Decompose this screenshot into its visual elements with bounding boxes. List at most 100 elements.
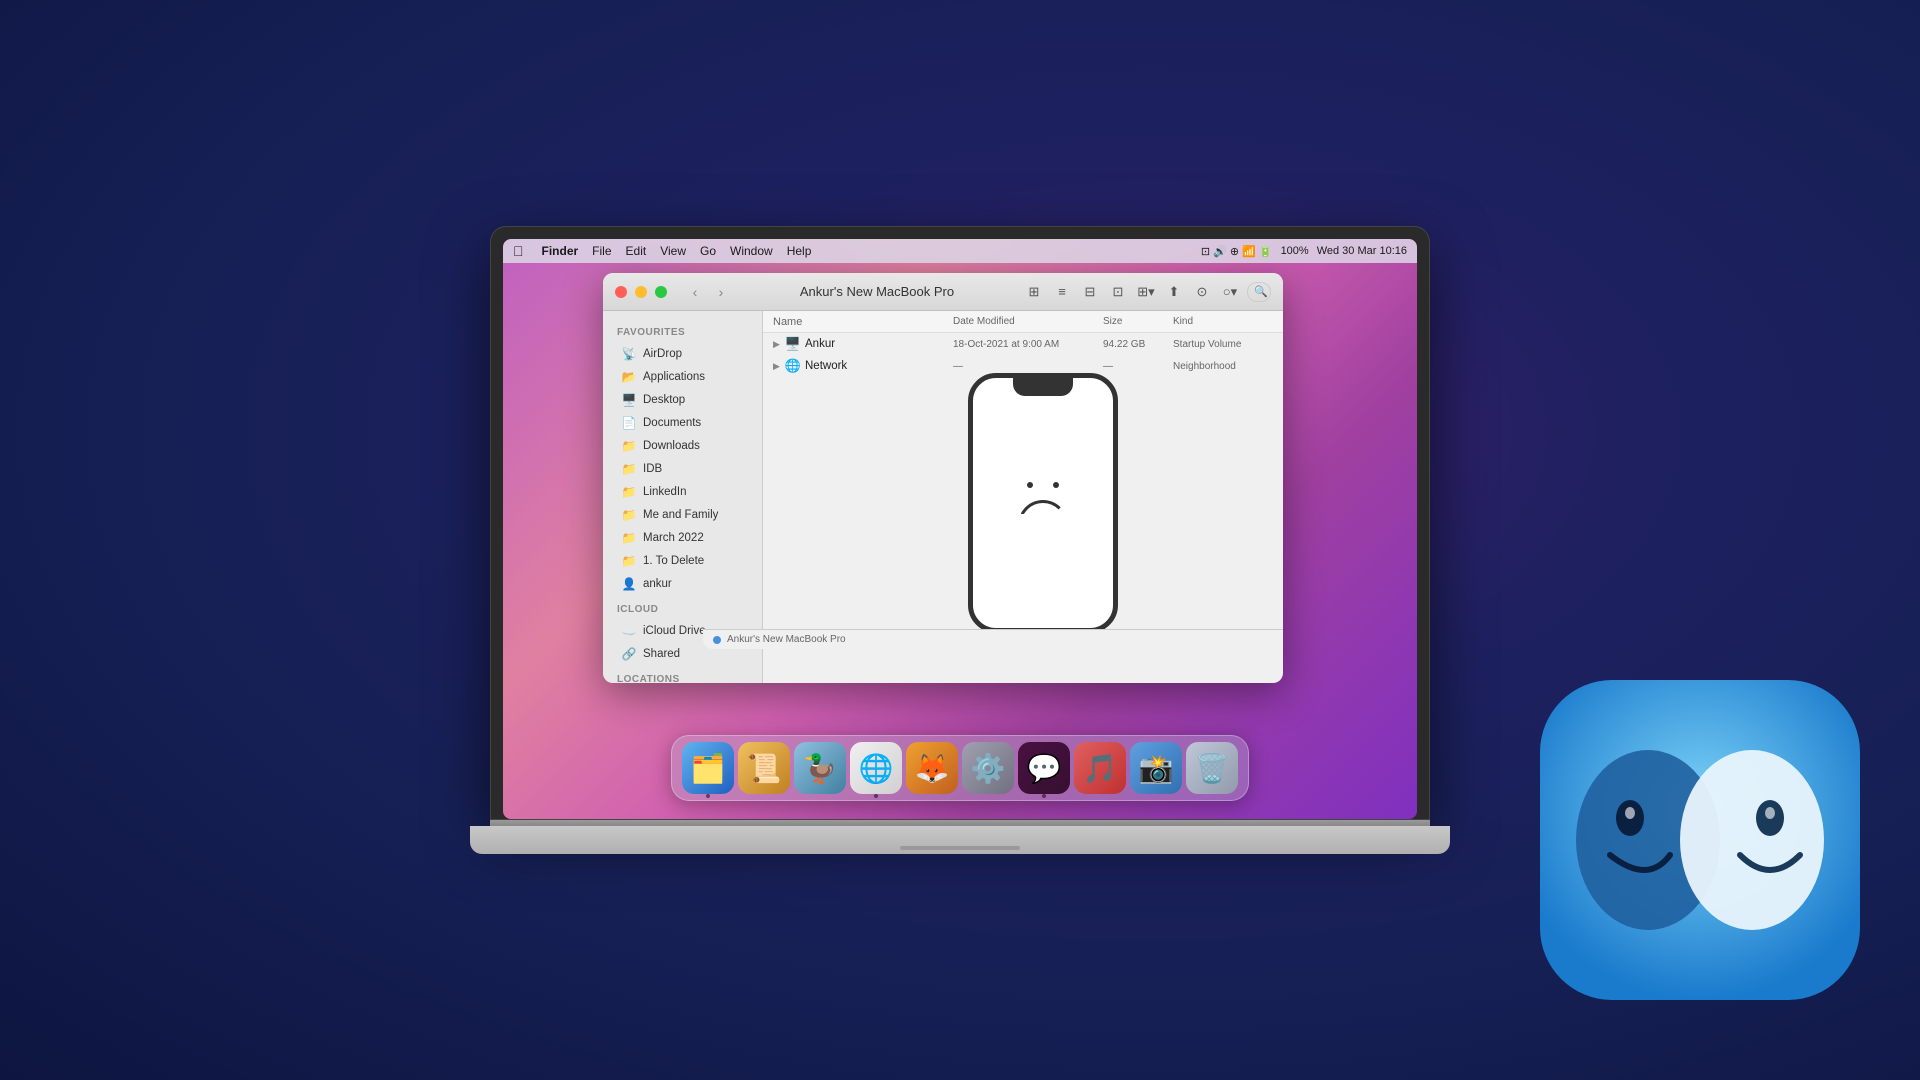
sad-face <box>1018 482 1068 525</box>
finder-toolbar: ⊞ ≡ ⊟ ⊡ ⊞▾ ⬆ ⊙ ○▾ 🔍 <box>1023 281 1271 303</box>
sidebar-label-mefamily: Me and Family <box>643 509 718 521</box>
sidebar-label-shared: Shared <box>643 648 680 660</box>
statusbar-dot <box>713 636 721 644</box>
view-icon-grid[interactable]: ⊞ <box>1023 281 1045 303</box>
menubar-window[interactable]: Window <box>730 244 773 258</box>
menubar-right: ⊡ 🔊 ⊕ 📶 🔋 100% Wed 30 Mar 10:16 <box>1201 245 1407 258</box>
sidebar-item-linkedin[interactable]: 📁 LinkedIn <box>607 481 758 503</box>
sidebar-label-ankur: ankur <box>643 578 672 590</box>
dock-indicator-slack <box>1042 794 1046 798</box>
table-row[interactable]: ▶ 🖥️ Ankur 18-Oct-2021 at 9:00 AM 94.22 … <box>763 333 1283 355</box>
sidebar-item-todelete[interactable]: 📁 1. To Delete <box>607 550 758 572</box>
sidebar-label-documents: Documents <box>643 417 701 429</box>
more-button[interactable]: ○▾ <box>1219 281 1241 303</box>
sidebar-label-downloads: Downloads <box>643 440 700 452</box>
todelete-icon: 📁 <box>621 553 637 569</box>
sidebar-item-applications[interactable]: 📂 Applications <box>607 366 758 388</box>
sidebar-label-march2022: March 2022 <box>643 532 704 544</box>
dock-icon-firefox[interactable]: 🦊 <box>906 742 958 794</box>
dock: 🗂️ 📜 🦆 🌐 🦊 ⚙️ 💬 🎵 <box>671 735 1249 801</box>
tag-button[interactable]: ⊙ <box>1191 281 1213 303</box>
sidebar-label-linkedin: LinkedIn <box>643 486 686 498</box>
sidebar-label-idb: IDB <box>643 463 662 475</box>
phone-notch <box>1013 378 1073 396</box>
finder-body: Favourites 📡 AirDrop 📂 Applications 🖥️ D… <box>603 311 1283 683</box>
sidebar-item-mefamily[interactable]: 📁 Me and Family <box>607 504 758 526</box>
sidebar-label-icloud-drive: iCloud Drive <box>643 625 706 637</box>
menubar-icons: ⊡ 🔊 ⊕ 📶 🔋 <box>1201 245 1273 258</box>
favorites-section-label: Favourites <box>603 319 762 342</box>
view-icon-list[interactable]: ≡ <box>1051 281 1073 303</box>
dock-icon-scrobbles[interactable]: 🎵 <box>1074 742 1126 794</box>
volume-icon: 🖥️ <box>785 336 801 352</box>
view-icon-column[interactable]: ⊟ <box>1079 281 1101 303</box>
sidebar-label-airdrop: AirDrop <box>643 348 682 360</box>
dock-icon-finder[interactable]: 🗂️ <box>682 742 734 794</box>
dock-icon-trash[interactable]: 🗑️ <box>1186 742 1238 794</box>
applications-icon: 📂 <box>621 369 637 385</box>
dock-indicator-finder <box>706 794 710 798</box>
menubar:  Finder File Edit View Go Window Help ⊡… <box>503 239 1417 263</box>
desktop-icon: 🖥️ <box>621 392 637 408</box>
dock-icon-cyberduck[interactable]: 🦆 <box>794 742 846 794</box>
col-date-header[interactable]: Date Modified <box>953 316 1103 327</box>
forward-button[interactable]: › <box>711 282 731 302</box>
ankur-icon: 👤 <box>621 576 637 592</box>
back-button[interactable]: ‹ <box>685 282 705 302</box>
laptop:  Finder File Edit View Go Window Help ⊡… <box>450 226 1470 854</box>
menubar-view[interactable]: View <box>660 244 686 258</box>
mefamily-icon: 📁 <box>621 507 637 523</box>
sidebar-item-march2022[interactable]: 📁 March 2022 <box>607 527 758 549</box>
maximize-button[interactable] <box>655 286 667 298</box>
sidebar-item-downloads[interactable]: 📁 Downloads <box>607 435 758 457</box>
network-icon: 🌐 <box>785 358 801 374</box>
sidebar-item-airdrop[interactable]: 📡 AirDrop <box>607 343 758 365</box>
row-size-ankur: 94.22 GB <box>1103 339 1173 350</box>
menubar-datetime: Wed 30 Mar 10:16 <box>1317 245 1407 257</box>
minimize-button[interactable] <box>635 286 647 298</box>
laptop-screen-wrapper:  Finder File Edit View Go Window Help ⊡… <box>490 226 1430 820</box>
close-button[interactable] <box>615 286 627 298</box>
finder-main-content: Name Date Modified Size Kind ▶ 🖥️ Ankur … <box>763 311 1283 683</box>
search-button[interactable]: 🔍 <box>1247 282 1271 302</box>
sidebar-label-desktop: Desktop <box>643 394 685 406</box>
menubar-edit[interactable]: Edit <box>626 244 647 258</box>
sidebar-item-desktop[interactable]: 🖥️ Desktop <box>607 389 758 411</box>
sad-mouth <box>1018 500 1068 525</box>
dock-icon-screenshot[interactable]: 📸 <box>1130 742 1182 794</box>
dock-icon-sysprefs[interactable]: ⚙️ <box>962 742 1014 794</box>
expand-icon[interactable]: ▶ <box>773 361 785 372</box>
col-name-header[interactable]: Name <box>773 316 953 328</box>
statusbar-text: Ankur's New MacBook Pro <box>727 634 846 645</box>
row-date-ankur: 18-Oct-2021 at 9:00 AM <box>953 339 1103 350</box>
sidebar-item-ankur[interactable]: 👤 ankur <box>607 573 758 595</box>
dock-icon-script-editor[interactable]: 📜 <box>738 742 790 794</box>
menubar-go[interactable]: Go <box>700 244 716 258</box>
row-name-ankur: Ankur <box>805 338 953 350</box>
sidebar-item-idb[interactable]: 📁 IDB <box>607 458 758 480</box>
finder-titlebar: ‹ › Ankur's New MacBook Pro ⊞ ≡ ⊟ ⊡ ⊞▾ ⬆… <box>603 273 1283 311</box>
col-size-header[interactable]: Size <box>1103 316 1173 327</box>
menubar-finder[interactable]: Finder <box>542 244 579 258</box>
action-menu[interactable]: ⊞▾ <box>1135 281 1157 303</box>
sad-eyes <box>1027 482 1059 488</box>
documents-icon: 📄 <box>621 415 637 431</box>
share-button[interactable]: ⬆ <box>1163 281 1185 303</box>
apple-menu-icon[interactable]:  <box>513 243 524 259</box>
finder-nav: ‹ › <box>685 282 731 302</box>
airdrop-icon: 📡 <box>621 346 637 362</box>
col-kind-header[interactable]: Kind <box>1173 316 1273 327</box>
dock-icon-chrome[interactable]: 🌐 <box>850 742 902 794</box>
view-icon-gallery[interactable]: ⊡ <box>1107 281 1129 303</box>
expand-icon[interactable]: ▶ <box>773 339 785 350</box>
sidebar-item-documents[interactable]: 📄 Documents <box>607 412 758 434</box>
shared-icon: 🔗 <box>621 646 637 662</box>
menubar-file[interactable]: File <box>592 244 611 258</box>
icloud-section-label: iCloud <box>603 596 762 619</box>
dock-icon-slack[interactable]: 💬 <box>1018 742 1070 794</box>
finder-icon-svg <box>1540 680 1860 1000</box>
dock-indicator-chrome <box>874 794 878 798</box>
sidebar-label-applications: Applications <box>643 371 705 383</box>
menubar-help[interactable]: Help <box>787 244 812 258</box>
menubar-battery-pct: 100% <box>1281 245 1309 257</box>
